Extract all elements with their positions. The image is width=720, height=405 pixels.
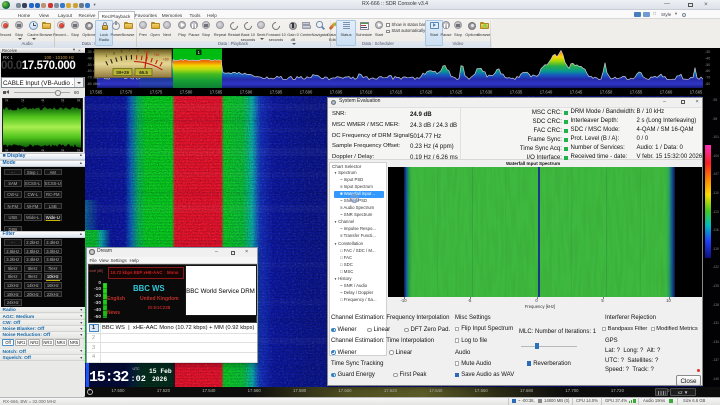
svg-text:17.635: 17.635: [510, 90, 523, 95]
svg-text:17.610: 17.610: [360, 90, 373, 95]
svg-text:6k: 6k: [61, 98, 65, 102]
svg-text:17.570: 17.570: [120, 90, 133, 95]
svg-text:2k: 2k: [21, 148, 25, 152]
svg-text:-80: -80: [705, 82, 710, 86]
svg-text:4k: 4k: [41, 148, 45, 152]
svg-text:3: 3: [113, 51, 115, 55]
svg-text:2k: 2k: [21, 98, 25, 102]
svg-text:17.575: 17.575: [150, 90, 163, 95]
svg-text:17.650: 17.650: [600, 90, 613, 95]
svg-text:-70: -70: [705, 76, 710, 80]
svg-text:17.640: 17.640: [540, 90, 553, 95]
svg-text:65.5: 65.5: [139, 70, 148, 75]
svg-text:17.665: 17.665: [690, 90, 703, 95]
svg-text:17.655: 17.655: [630, 90, 643, 95]
svg-text:7: 7: [129, 49, 131, 53]
svg-text:17.625: 17.625: [450, 90, 463, 95]
svg-text:0k: 0k: [5, 148, 9, 152]
svg-text:9: 9: [137, 49, 139, 53]
svg-text:+40: +40: [154, 53, 160, 57]
svg-text:1: 1: [105, 54, 107, 58]
svg-text:6k: 6k: [61, 148, 65, 152]
svg-text:-50: -50: [705, 63, 710, 67]
svg-text:-60: -60: [705, 69, 710, 73]
svg-text:17.605: 17.605: [330, 90, 343, 95]
svg-text:8k: 8k: [77, 98, 81, 102]
svg-text:4k: 4k: [41, 98, 45, 102]
svg-text:+60: +60: [163, 57, 169, 61]
svg-text:17.615: 17.615: [390, 90, 403, 95]
svg-text:17.645: 17.645: [570, 90, 583, 95]
svg-text:17.580: 17.580: [180, 90, 193, 95]
svg-text:17.630: 17.630: [480, 90, 493, 95]
svg-text:0k: 0k: [5, 98, 9, 102]
svg-text:5: 5: [121, 50, 123, 54]
svg-text:-30: -30: [705, 50, 710, 54]
svg-text:8k: 8k: [77, 148, 81, 152]
svg-text:17.660: 17.660: [660, 90, 673, 95]
svg-text:S9+29: S9+29: [116, 70, 129, 75]
svg-text:17.590: 17.590: [240, 90, 253, 95]
svg-text:-40: -40: [705, 56, 710, 60]
svg-text:17.565: 17.565: [90, 90, 103, 95]
svg-text:17.620: 17.620: [420, 90, 433, 95]
svg-text:-80 dBm: -80 dBm: [87, 82, 101, 86]
svg-text:17.600: 17.600: [300, 90, 313, 95]
svg-text:17.585: 17.585: [210, 90, 223, 95]
svg-text:17.595: 17.595: [270, 90, 283, 95]
